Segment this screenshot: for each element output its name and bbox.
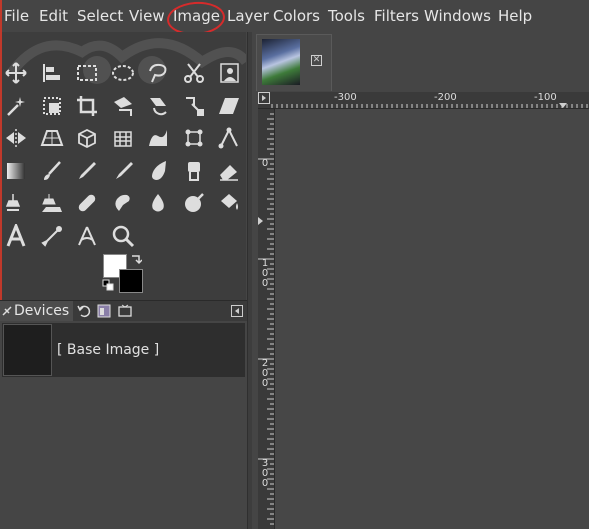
menu-help[interactable]: Help	[498, 7, 532, 25]
vruler-label: 100	[261, 258, 269, 289]
image-tab-thumbnail	[262, 39, 300, 85]
menu-edit[interactable]: Edit	[39, 7, 68, 25]
dock-menu-icon[interactable]	[231, 305, 243, 317]
vruler-label: 300	[261, 458, 269, 489]
perspective-clone-tool-icon[interactable]	[39, 190, 65, 216]
move-tool-icon[interactable]	[3, 60, 29, 86]
smudge-tool-icon[interactable]	[110, 190, 136, 216]
fuzzy-select-tool-icon[interactable]	[3, 93, 29, 119]
image-window: ✕ -300 -200 -100 0 100 200 300	[252, 32, 589, 529]
base-image-row[interactable]: [ Base Image ]	[2, 323, 245, 377]
paths-tool-icon[interactable]	[216, 125, 242, 151]
color-picker-tool-icon[interactable]	[39, 223, 65, 249]
ink-tool-icon[interactable]	[110, 158, 136, 184]
scale-tool-icon[interactable]	[181, 93, 207, 119]
ellipse-select-tool-icon[interactable]	[110, 60, 136, 86]
hruler-label: -200	[434, 92, 457, 103]
text-tool-icon[interactable]	[3, 223, 29, 249]
horizontal-ruler[interactable]: -300 -200 -100	[258, 92, 589, 109]
perspective-tool-icon[interactable]	[39, 125, 65, 151]
mypaint-brush-tool-icon[interactable]	[145, 158, 171, 184]
hruler-label: -100	[534, 92, 557, 103]
menu-tools[interactable]: Tools	[328, 7, 365, 25]
templates-tab-icon[interactable]	[117, 303, 133, 319]
align-tool-icon[interactable]	[39, 60, 65, 86]
by-color-select-tool-icon[interactable]	[39, 93, 65, 119]
dock-tab-bar: Devices	[0, 300, 247, 321]
paintbrush-tool-icon[interactable]	[39, 158, 65, 184]
clone-tool-icon[interactable]	[3, 190, 29, 216]
shear-tool-icon[interactable]	[216, 93, 242, 119]
airbrush-tool-icon[interactable]	[181, 158, 207, 184]
measure-tool-icon[interactable]	[74, 223, 100, 249]
zoom-tool-icon[interactable]	[110, 223, 136, 249]
images-panel: [ Base Image ]	[0, 321, 247, 529]
menu-file[interactable]: File	[4, 7, 29, 25]
close-tab-icon[interactable]: ✕	[311, 55, 322, 66]
rect-select-tool-icon[interactable]	[74, 60, 100, 86]
images-tab-icon[interactable]	[96, 303, 112, 319]
gradient-tool-icon[interactable]	[3, 158, 29, 184]
dodge-burn-tool-icon[interactable]	[181, 190, 207, 216]
vruler-label: 200	[261, 358, 269, 389]
warp-tool-icon[interactable]	[145, 125, 171, 151]
heal-tool-icon[interactable]	[74, 190, 100, 216]
vertical-ruler[interactable]: 0 100 200 300	[258, 109, 275, 529]
undo-history-tab-icon[interactable]	[76, 303, 92, 319]
menu-colors[interactable]: Colors	[273, 7, 320, 25]
base-image-label: [ Base Image ]	[57, 342, 160, 358]
reset-colors-icon[interactable]	[102, 279, 114, 291]
foreground-select-tool-icon[interactable]	[216, 60, 242, 86]
rotate-tool-icon[interactable]	[145, 93, 171, 119]
menu-layer[interactable]: Layer	[227, 7, 269, 25]
3d-transform-tool-icon[interactable]	[74, 125, 100, 151]
tab-devices[interactable]: Devices	[0, 301, 74, 321]
vruler-label: 0	[261, 158, 269, 169]
devices-icon	[2, 306, 12, 316]
flip-tool-icon[interactable]	[3, 125, 29, 151]
background-color-swatch[interactable]	[119, 269, 143, 293]
hruler-label: -300	[334, 92, 357, 103]
canvas-area[interactable]	[275, 109, 589, 529]
menu-select[interactable]: Select	[77, 7, 123, 25]
scissors-select-tool-icon[interactable]	[181, 60, 207, 86]
cage-tool-icon[interactable]	[110, 125, 136, 151]
tab-devices-label: Devices	[14, 303, 70, 319]
pencil-tool-icon[interactable]	[74, 158, 100, 184]
swap-colors-icon[interactable]	[130, 254, 142, 266]
image-tab[interactable]: ✕	[256, 34, 332, 91]
base-image-thumbnail	[3, 324, 52, 376]
menu-windows[interactable]: Windows	[424, 7, 491, 25]
free-select-tool-icon[interactable]	[145, 60, 171, 86]
bucket-fill-tool-icon[interactable]	[216, 190, 242, 216]
menu-filters[interactable]: Filters	[374, 7, 419, 25]
handle-transform-tool-icon[interactable]	[181, 125, 207, 151]
crop-tool-icon[interactable]	[74, 93, 100, 119]
menu-view[interactable]: View	[129, 7, 165, 25]
menubar: File Edit Select View Image Layer Colors Tools F…	[0, 0, 589, 32]
eraser-tool-icon[interactable]	[216, 158, 242, 184]
unified-transform-tool-icon[interactable]	[110, 93, 136, 119]
blur-tool-icon[interactable]	[145, 190, 171, 216]
